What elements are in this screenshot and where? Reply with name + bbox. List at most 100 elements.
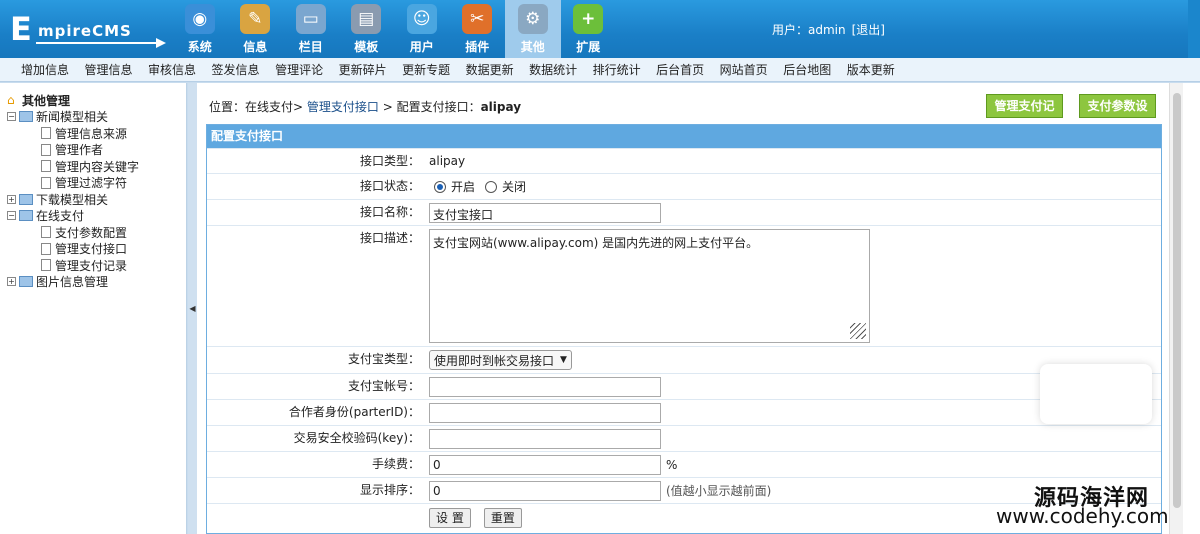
manage-payment-records-button[interactable]: 管理支付记录: [986, 94, 1063, 135]
username-label: 用户：admin: [772, 23, 846, 37]
reset-button[interactable]: 重置: [483, 507, 522, 528]
tree-item[interactable]: 管理作者: [7, 142, 186, 159]
topnav-item-6[interactable]: ⚙ 其他: [505, 0, 561, 58]
tree-label: 新闻模型相关: [36, 110, 109, 125]
topnav-label: 其他: [520, 40, 545, 54]
tree-label: 管理过滤字符: [55, 176, 128, 191]
status-off-label: 关闭: [502, 180, 527, 194]
document-icon: [41, 127, 51, 140]
globe-icon: ◉: [184, 4, 215, 34]
tree-label: 管理信息来源: [55, 126, 128, 141]
home-icon: ⌂: [7, 93, 15, 108]
menubar-item[interactable]: 数据更新: [466, 61, 514, 78]
tree-folder[interactable]: + 下载模型相关: [7, 191, 186, 208]
topnav-label: 扩展: [576, 40, 601, 54]
sidebar-tree: ⌂ 其他管理 − 新闻模型相关 管理信息来源 管理作者 管理内容关键字 管理过滤字符 + 下载模…: [0, 83, 187, 534]
top-nav: ◉ 系统 ✎ 信息 ▭ 栏目 ▤ 模板 ☺ 用户 ✂ 插件 ⚙ 其他 + 扩展: [172, 0, 616, 58]
menubar-item[interactable]: 后台首页: [656, 61, 704, 78]
row-name: 接口名称： 支付宝接口: [207, 199, 1161, 225]
topnav-item-2[interactable]: ▭ 栏目: [283, 0, 339, 58]
collapse-arrow-icon: ◀: [189, 304, 196, 313]
key-label: 交易安全校验码(key)：: [293, 431, 420, 445]
submit-button[interactable]: 设 置: [429, 507, 471, 528]
tree-label: 下载模型相关: [36, 192, 109, 207]
order-input[interactable]: 0: [429, 480, 661, 501]
account-label: 支付宝帐号：: [347, 379, 420, 393]
tree-item[interactable]: 管理内容关键字: [7, 158, 186, 175]
tree-item[interactable]: 支付参数配置: [7, 224, 186, 241]
payment-settings-button[interactable]: 支付参数设置: [1079, 94, 1156, 135]
floating-panel: [1040, 364, 1152, 424]
topnav-item-0[interactable]: ◉ 系统: [172, 0, 228, 58]
fee-input[interactable]: 0: [429, 454, 661, 475]
type-value: alipay: [429, 154, 466, 168]
tree-label: 管理内容关键字: [55, 159, 140, 174]
menubar-item[interactable]: 管理信息: [85, 61, 133, 78]
document-icon: [41, 259, 51, 272]
row-alipay-type: 支付宝类型： 使用即时到帐交易接口 ▼: [207, 346, 1161, 373]
scrollbar-thumb[interactable]: [1173, 93, 1181, 508]
topnav-label: 信息: [243, 40, 268, 54]
sidebar-collapse-handle[interactable]: ◀: [188, 83, 197, 534]
account-input[interactable]: [429, 376, 661, 397]
menubar-item[interactable]: 更新专题: [402, 61, 450, 78]
menubar-item[interactable]: 增加信息: [21, 61, 69, 78]
topnav-item-3[interactable]: ▤ 模板: [339, 0, 395, 58]
tree-item[interactable]: 管理过滤字符: [7, 175, 186, 192]
menubar-item[interactable]: 版本更新: [847, 61, 895, 78]
collapse-icon[interactable]: −: [7, 112, 16, 122]
menubar-item[interactable]: 签发信息: [212, 61, 260, 78]
empirecms-logo: E mpireCMS: [8, 8, 168, 50]
tree-item[interactable]: 管理信息来源: [7, 125, 186, 142]
menubar-item[interactable]: 管理评论: [275, 61, 323, 78]
row-partner: 合作者身份(parterID)：: [207, 399, 1161, 425]
tree-root[interactable]: ⌂ 其他管理: [7, 92, 186, 109]
topnav-item-5[interactable]: ✂ 插件: [450, 0, 506, 58]
expand-icon[interactable]: +: [7, 194, 16, 204]
breadcrumb-link[interactable]: 管理支付接口: [307, 100, 379, 114]
type-label: 接口类型：: [359, 154, 420, 168]
collapse-icon[interactable]: −: [7, 211, 16, 221]
main-content: 位置：在线支付> 管理支付接口 > 配置支付接口：alipay 管理支付记录 支…: [197, 83, 1200, 534]
status-label: 接口状态：: [359, 179, 420, 193]
config-form: 配置支付接口 接口类型： alipay 接口状态： 开启 关闭 接口名称： 支付…: [206, 124, 1162, 534]
vertical-scrollbar[interactable]: [1169, 83, 1183, 534]
logout-link[interactable]: [退出]: [852, 23, 885, 37]
topnav-item-4[interactable]: ☺ 用户: [394, 0, 450, 58]
resize-grip-icon[interactable]: [850, 323, 866, 339]
topnav-item-1[interactable]: ✎ 信息: [228, 0, 284, 58]
menubar-item[interactable]: 更新碎片: [339, 61, 387, 78]
order-label: 显示排序：: [359, 483, 420, 497]
desc-textarea[interactable]: 支付宝网站(www.alipay.com) 是国内先进的网上支付平台。: [429, 229, 870, 343]
row-desc: 接口描述： 支付宝网站(www.alipay.com) 是国内先进的网上支付平台…: [207, 225, 1161, 346]
status-off-radio[interactable]: [485, 180, 498, 193]
tree-folder[interactable]: + 图片信息管理: [7, 274, 186, 291]
partner-input[interactable]: [429, 402, 661, 423]
tree-folder[interactable]: − 在线支付: [7, 208, 186, 225]
menubar-item[interactable]: 审核信息: [148, 61, 196, 78]
tree-item[interactable]: 管理支付接口: [7, 241, 186, 258]
tools-icon: ✂: [462, 4, 493, 34]
menubar-item[interactable]: 网站首页: [720, 61, 768, 78]
menubar-item[interactable]: 后台地图: [783, 61, 831, 78]
desc-label: 接口描述：: [359, 231, 420, 245]
folder-icon: ▭: [295, 4, 326, 34]
menubar-item[interactable]: 数据统计: [529, 61, 577, 78]
tree-folder[interactable]: − 新闻模型相关: [7, 109, 186, 126]
name-label: 接口名称：: [359, 205, 420, 219]
document-icon: [41, 160, 51, 173]
quick-menu-bar: 增加信息 管理信息 审核信息 签发信息 管理评论 更新碎片 更新专题 数据更新 数据统计 排行统计…: [0, 58, 1200, 82]
name-input[interactable]: 支付宝接口: [429, 202, 661, 223]
breadcrumb: 位置：在线支付> 管理支付接口 > 配置支付接口：alipay: [209, 98, 521, 115]
template-window-icon: ▤: [351, 4, 382, 34]
gear-icon: ⚙: [517, 4, 548, 34]
tree-item[interactable]: 管理支付记录: [7, 257, 186, 274]
tree-label: 管理支付记录: [55, 258, 128, 273]
menubar-item[interactable]: 排行统计: [593, 61, 641, 78]
key-input[interactable]: [429, 428, 661, 449]
breadcrumb-prefix: 位置：在线支付>: [209, 100, 307, 114]
topnav-item-7[interactable]: + 扩展: [561, 0, 617, 58]
expand-icon[interactable]: +: [7, 277, 16, 287]
alipay-type-select[interactable]: 使用即时到帐交易接口 ▼: [429, 350, 572, 370]
status-on-radio[interactable]: [434, 180, 446, 193]
